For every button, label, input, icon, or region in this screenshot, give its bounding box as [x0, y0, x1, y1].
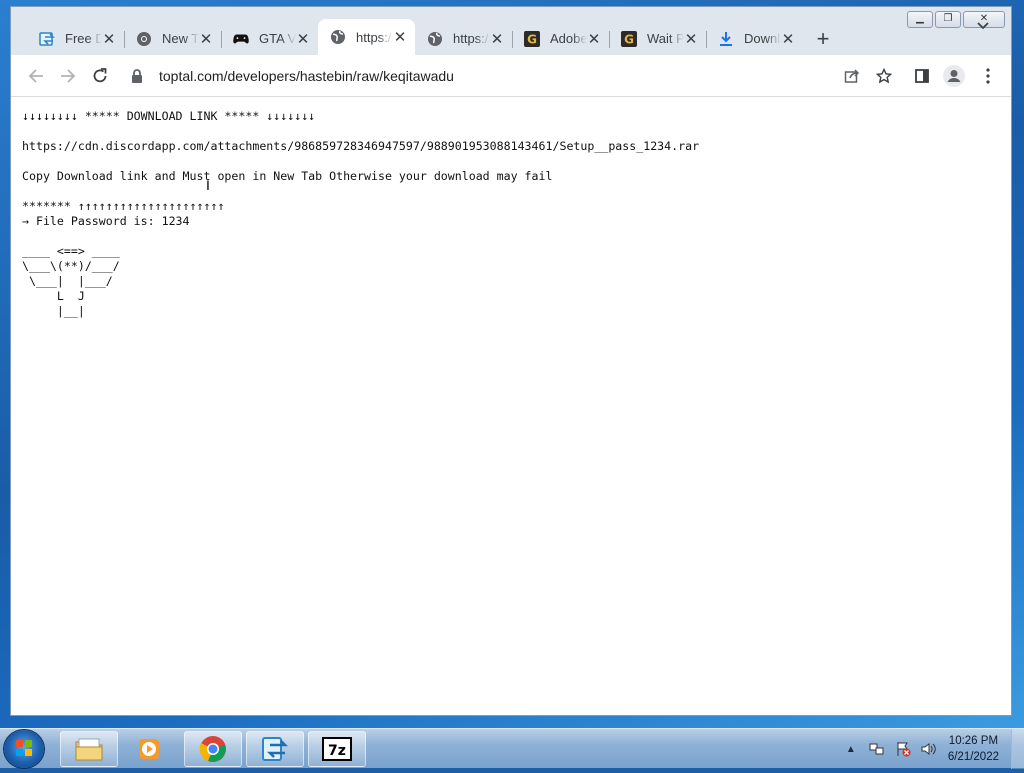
system-tray: ▲ 10:26 PM 6/21/2022 [838, 729, 1024, 769]
svg-text:G: G [527, 32, 537, 46]
tab-close-icon[interactable]: ✕ [587, 30, 601, 48]
menu-kebab-icon[interactable] [975, 63, 1001, 89]
new-tab-button[interactable]: + [803, 22, 843, 55]
show-desktop-button[interactable] [1011, 729, 1024, 769]
tab-search-chevron-icon[interactable] [977, 17, 989, 33]
globe-icon [330, 29, 346, 45]
g-icon: G [621, 30, 637, 47]
tab-hastebin-2[interactable]: https://toptal.com ✕ [415, 22, 512, 55]
show-hidden-icons-chevron-icon[interactable]: ▲ [843, 741, 859, 757]
swap-app-icon[interactable] [246, 731, 304, 767]
url-path: /developers/hastebin/raw/keqitawadu [223, 68, 454, 84]
start-button[interactable] [4, 730, 44, 768]
volume-icon[interactable] [921, 741, 937, 757]
tab-title: https://toptal.com [453, 31, 490, 46]
tab-gta[interactable]: GTA V ✕ [221, 22, 318, 55]
g-icon: G [524, 30, 540, 47]
tab-title: Wait Please [647, 31, 684, 46]
tab-close-icon[interactable]: ✕ [393, 28, 407, 46]
forward-arrow-icon[interactable] [55, 63, 81, 89]
text-cursor-icon: I [206, 177, 210, 193]
tab-strip: Free Download Link ✕ New Tab ✕ GTA V ✕ h… [27, 19, 1011, 55]
globe-icon [427, 31, 443, 47]
url-host: toptal.com [159, 68, 224, 84]
tab-close-icon[interactable]: ✕ [296, 30, 310, 48]
page-content: ↓↓↓↓↓↓↓↓ ***** DOWNLOAD LINK ***** ↓↓↓↓↓… [11, 97, 1011, 715]
tab-title: GTA V [259, 31, 296, 46]
system-clock[interactable]: 10:26 PM 6/21/2022 [948, 733, 999, 765]
tab-close-icon[interactable]: ✕ [684, 30, 698, 48]
gamepad-icon [233, 31, 249, 47]
action-center-flag-icon[interactable] [895, 741, 911, 757]
back-arrow-icon[interactable] [23, 63, 49, 89]
tab-download[interactable]: Download ✕ [706, 22, 803, 55]
7zip-label: 7z [328, 743, 346, 759]
chrome-window: ▁ ❐ ✕ Free Download Link ✕ New Tab ✕ GTA… [10, 6, 1012, 716]
raw-paste-text: ↓↓↓↓↓↓↓↓ ***** DOWNLOAD LINK ***** ↓↓↓↓↓… [22, 109, 700, 318]
clock-date: 6/21/2022 [947, 751, 999, 763]
clock-time: 10:26 PM [948, 735, 999, 747]
media-player-icon[interactable] [120, 731, 178, 767]
url-text[interactable]: toptal.com/developers/hastebin/raw/keqit… [159, 68, 454, 84]
svg-text:G: G [624, 32, 634, 46]
tab-title: Adobe [550, 31, 587, 46]
7zip-icon[interactable]: 7z [308, 731, 366, 767]
chrome-icon[interactable] [184, 731, 242, 767]
address-bar[interactable]: toptal.com/developers/hastebin/raw/keqit… [123, 59, 891, 93]
bookmark-star-icon[interactable] [871, 63, 897, 89]
tab-close-icon[interactable]: ✕ [490, 30, 504, 48]
tab-title: New Tab [162, 31, 199, 46]
download-icon [718, 31, 734, 47]
explorer-icon[interactable] [60, 731, 118, 767]
browser-toolbar: toptal.com/developers/hastebin/raw/keqit… [11, 55, 1011, 97]
swap-icon [39, 31, 55, 47]
tab-hastebin-active[interactable]: https://toptal.com ✕ [318, 19, 415, 55]
side-panel-icon[interactable] [909, 63, 935, 89]
tab-close-icon[interactable]: ✕ [102, 30, 116, 48]
tab-close-icon[interactable]: ✕ [199, 30, 213, 48]
share-icon[interactable] [839, 63, 865, 89]
tab-title: Free Download Link [65, 31, 102, 46]
tab-adobe[interactable]: G Adobe ✕ [512, 22, 609, 55]
lock-icon[interactable] [131, 69, 145, 83]
profile-avatar-icon[interactable] [941, 63, 967, 89]
tab-close-icon[interactable]: ✕ [781, 30, 795, 48]
tab-free-download[interactable]: Free Download Link ✕ [27, 22, 124, 55]
tab-new-tab[interactable]: New Tab ✕ [124, 22, 221, 55]
chrome-icon [136, 31, 152, 47]
taskbar: 7z ▲ 10:26 PM 6/21/2022 [0, 728, 1024, 769]
tab-title: Download [744, 31, 781, 46]
tab-wait[interactable]: G Wait Please ✕ [609, 22, 706, 55]
reload-icon[interactable] [87, 63, 113, 89]
network-icon[interactable] [869, 741, 885, 757]
tab-title: https://toptal.com [356, 29, 393, 45]
